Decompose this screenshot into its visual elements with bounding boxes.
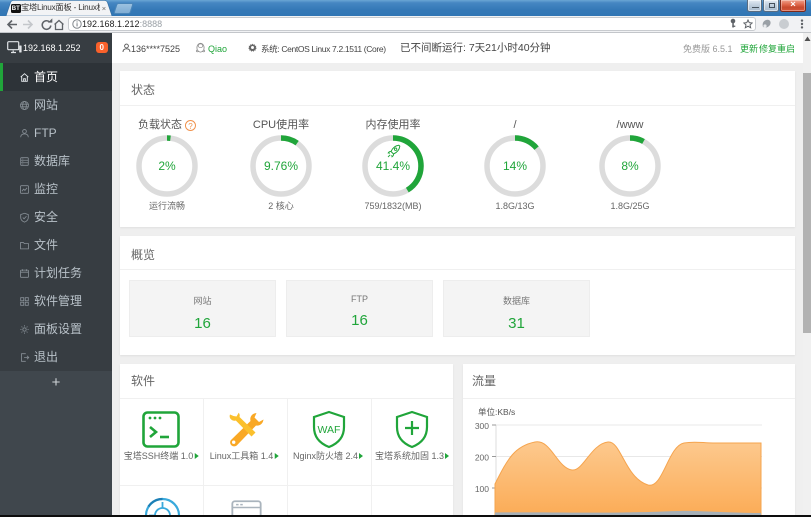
svg-text:300: 300 xyxy=(475,421,489,431)
svg-text:WAF: WAF xyxy=(318,424,341,436)
svg-text:200: 200 xyxy=(475,453,489,463)
svg-text:100: 100 xyxy=(475,484,489,494)
